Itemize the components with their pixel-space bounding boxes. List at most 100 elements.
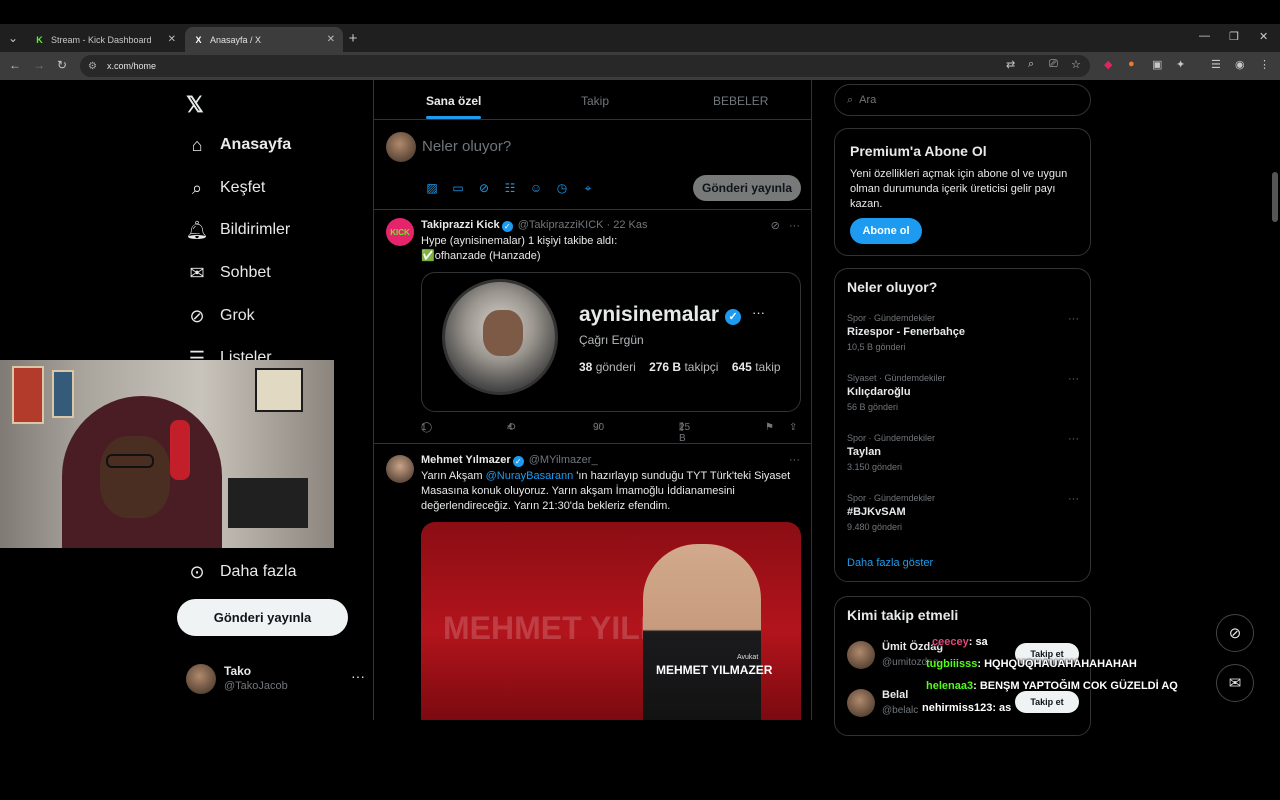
location-icon[interactable]: ⌖ — [580, 180, 596, 196]
post-button[interactable]: Gönderi yayınla — [177, 599, 348, 636]
browser-tab-x[interactable]: X Anasayfa / X ✕ — [185, 27, 343, 52]
poll-icon[interactable]: ☷ — [502, 180, 518, 196]
bookmark-icon[interactable]: ⚑ — [765, 422, 774, 433]
top-black-strip — [0, 0, 1280, 24]
suggestion-handle: @belalc — [882, 705, 919, 716]
tweet-author[interactable]: Mehmet Yılmazer — [421, 454, 511, 466]
trends-box: Neler oluyor? Spor · Gündemdekiler Rizes… — [834, 268, 1091, 582]
more-dots-icon[interactable]: ··· — [1068, 493, 1079, 505]
followers-label: takipçi — [684, 360, 719, 374]
nav-label: Keşfet — [220, 179, 266, 196]
card-fullname: Çağrı Ergün — [579, 333, 644, 347]
profile-picture — [442, 279, 558, 395]
nav-messages[interactable]: ✉ Sohbet — [186, 258, 270, 288]
avatar[interactable] — [386, 455, 414, 483]
tweet-time[interactable]: · 22 Kas — [607, 219, 648, 231]
more-dots-icon[interactable]: ··· — [1068, 313, 1079, 325]
more-dots-icon[interactable]: ··· — [1068, 373, 1079, 385]
account-handle: @TakoJacob — [224, 680, 288, 692]
site-settings-icon[interactable]: ⚙ — [88, 61, 97, 72]
trend-item[interactable]: Spor · Gündemdekiler #BJKvSAM 9.480 gönd… — [847, 493, 1079, 532]
nav-grok[interactable]: ⊘ Grok — [186, 301, 255, 331]
nav-explore[interactable]: ⌕ Keşfet — [186, 173, 265, 203]
close-window-icon[interactable]: ✕ — [1259, 30, 1268, 43]
nav-label: Anasayfa — [220, 136, 292, 153]
kick-icon: K — [36, 34, 43, 45]
tab-for-you[interactable]: Sana özel — [426, 94, 482, 119]
trend-posts: 3.150 gönderi — [847, 462, 903, 472]
compose-input[interactable]: Neler oluyor? — [422, 138, 511, 155]
browser-menu-icon[interactable]: ⋮ — [1259, 58, 1270, 71]
close-tab-icon[interactable]: ✕ — [327, 34, 335, 45]
mention-link[interactable]: @NurayBasarann — [486, 470, 574, 482]
media-small-role: Avukat — [737, 654, 759, 661]
back-icon[interactable]: ← — [9, 58, 21, 72]
nav-notifications[interactable]: 🔔︎ Bildirimler — [186, 215, 291, 245]
more-dots-icon[interactable]: ··· — [789, 454, 800, 466]
suggestion-name: Belal — [882, 689, 909, 701]
tweet[interactable]: Mehmet Yılmazer ✓ @MYilmazer_ ··· Yarın A… — [374, 445, 812, 720]
tab-following[interactable]: Takip — [581, 94, 609, 108]
nav-label: Grok — [220, 307, 255, 324]
gif-icon[interactable]: ▭ — [450, 180, 466, 196]
extension-gray-icon[interactable]: ▣ — [1152, 58, 1162, 71]
profile-card[interactable]: aynisinemalar ✓ ··· Çağrı Ergün 38 gönder… — [421, 272, 801, 412]
grok-icon[interactable]: ⊘ — [771, 220, 780, 232]
share-icon[interactable]: ⇪ — [789, 422, 797, 433]
tab-bebeler[interactable]: BEBELER — [713, 94, 768, 108]
tweet-top-actions: ⊘ ··· — [771, 219, 800, 232]
new-tab-icon[interactable]: + — [343, 28, 363, 48]
like-count: 90 — [593, 422, 605, 433]
close-tab-icon[interactable]: ✕ — [168, 34, 176, 45]
compose-post-button[interactable]: Gönderi yayınla — [693, 175, 801, 201]
restore-icon[interactable]: ❐ — [1229, 30, 1239, 43]
x-logo-icon[interactable]: 𝕏 — [186, 92, 204, 118]
cast-icon[interactable]: ⎚ — [1049, 58, 1058, 71]
trend-item[interactable]: Spor · Gündemdekiler Taylan 3.150 gönder… — [847, 433, 1079, 472]
followers-count: 276 B — [649, 360, 682, 374]
schedule-icon[interactable]: ◷ — [554, 180, 570, 196]
image-icon[interactable]: ▨ — [424, 180, 440, 196]
tweet-author[interactable]: Takiprazzi Kick — [421, 219, 500, 231]
minimize-icon[interactable]: — — [1199, 30, 1210, 42]
account-switcher[interactable]: Tako @TakoJacob ··· — [186, 660, 366, 700]
more-dots-icon[interactable]: ··· — [752, 305, 765, 320]
more-dots-icon[interactable]: ··· — [789, 220, 800, 232]
trend-name: #BJKvSAM — [847, 506, 906, 518]
translate-icon[interactable]: ⇄ — [1006, 58, 1015, 71]
trend-category: Spor · Gündemdekiler — [847, 493, 936, 503]
subscribe-button[interactable]: Abone ol — [850, 218, 922, 244]
reload-icon[interactable]: ↻ — [57, 58, 67, 72]
reading-list-icon[interactable]: ☰ — [1211, 58, 1221, 71]
more-dots-icon[interactable]: ··· — [1068, 433, 1079, 445]
tab-search-icon[interactable]: ⌄ — [3, 28, 23, 48]
show-more-link[interactable]: Daha fazla göster — [847, 557, 933, 569]
tweet-text: Yarın Akşam @NurayBasarann 'ın hazırlayı… — [421, 469, 801, 514]
trend-posts: 9.480 gönderi — [847, 522, 903, 532]
browser-tab-kick[interactable]: K Stream - Kick Dashboard ✕ — [26, 27, 184, 52]
extension-red-icon[interactable]: ◆ — [1104, 58, 1112, 71]
nav-more[interactable]: ⊙ Daha fazla — [186, 557, 296, 587]
address-bar[interactable]: ⚙ x.com/home — [80, 55, 1090, 77]
page-scrollbar[interactable] — [1270, 160, 1280, 800]
scrollbar-thumb[interactable] — [1272, 172, 1278, 222]
avatar[interactable]: KICK — [386, 218, 414, 246]
forward-icon[interactable]: → — [33, 58, 45, 72]
emoji-icon[interactable]: ☺ — [528, 180, 544, 196]
tweet-media-image[interactable]: MEHMET YILMAZER Avukat Avukat MEHMET YIL… — [421, 522, 801, 720]
search-input[interactable]: ⌕ Ara — [834, 84, 1091, 116]
webcam-overlay — [0, 360, 334, 548]
bookmark-star-icon[interactable]: ☆ — [1071, 58, 1081, 71]
grok-icon[interactable]: ⊘ — [476, 180, 492, 196]
tweet-handle[interactable]: @MYilmazer_ — [529, 454, 598, 466]
trend-item[interactable]: Siyaset · Gündemdekiler Kılıçdaroğlu 56 … — [847, 373, 1079, 412]
extension-orange-icon[interactable]: ● — [1128, 58, 1135, 70]
tweet-handle[interactable]: @TakiprazziKICK — [518, 219, 604, 231]
extensions-puzzle-icon[interactable]: ✦ — [1176, 58, 1185, 71]
zoom-icon[interactable]: ⌕ — [1028, 58, 1034, 71]
trend-item[interactable]: Spor · Gündemdekiler Rizespor - Fenerbah… — [847, 313, 1079, 352]
tweet[interactable]: KICK Takiprazzi Kick ✓ @TakiprazziKICK · … — [374, 210, 812, 444]
nav-home[interactable]: ⌂ Anasayfa — [186, 130, 292, 160]
search-placeholder: Ara — [859, 94, 877, 106]
profile-avatar-icon[interactable]: ◉ — [1235, 58, 1245, 71]
